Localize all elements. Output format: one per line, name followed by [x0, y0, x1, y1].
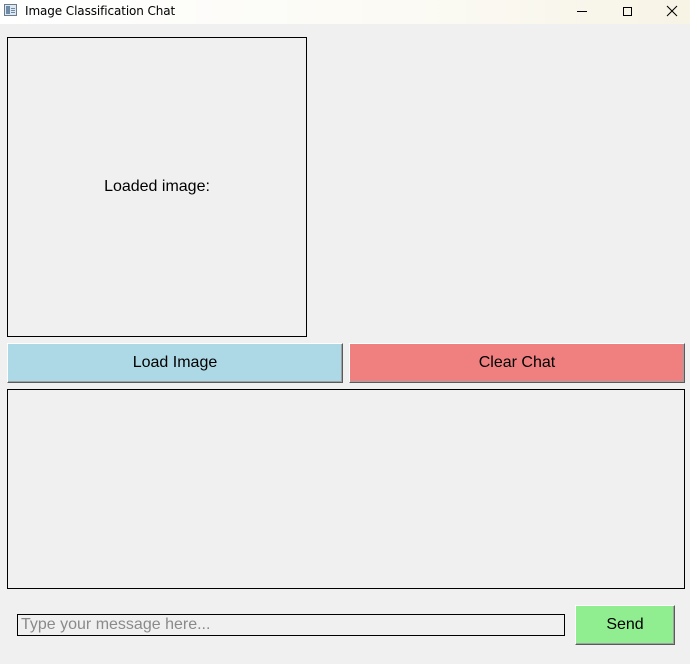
message-input[interactable]: [17, 614, 565, 636]
load-image-button[interactable]: Load Image: [7, 343, 343, 383]
minimize-icon: [577, 10, 587, 12]
title-bar[interactable]: Image Classification Chat: [0, 0, 690, 24]
clear-chat-button[interactable]: Clear Chat: [349, 343, 685, 383]
window-title: Image Classification Chat: [25, 4, 176, 18]
minimize-button[interactable]: [560, 0, 604, 22]
close-button[interactable]: [650, 0, 690, 22]
maximize-icon: [622, 6, 632, 16]
send-button[interactable]: Send: [575, 605, 675, 645]
chat-history[interactable]: [7, 389, 685, 589]
app-window: Image Classification Chat Loaded image: …: [0, 0, 690, 664]
image-preview-panel: Loaded image:: [7, 37, 307, 337]
maximize-button[interactable]: [605, 0, 649, 22]
loaded-image-label: Loaded image:: [104, 178, 210, 195]
app-window-icon: [4, 4, 17, 16]
close-icon: [666, 5, 678, 17]
